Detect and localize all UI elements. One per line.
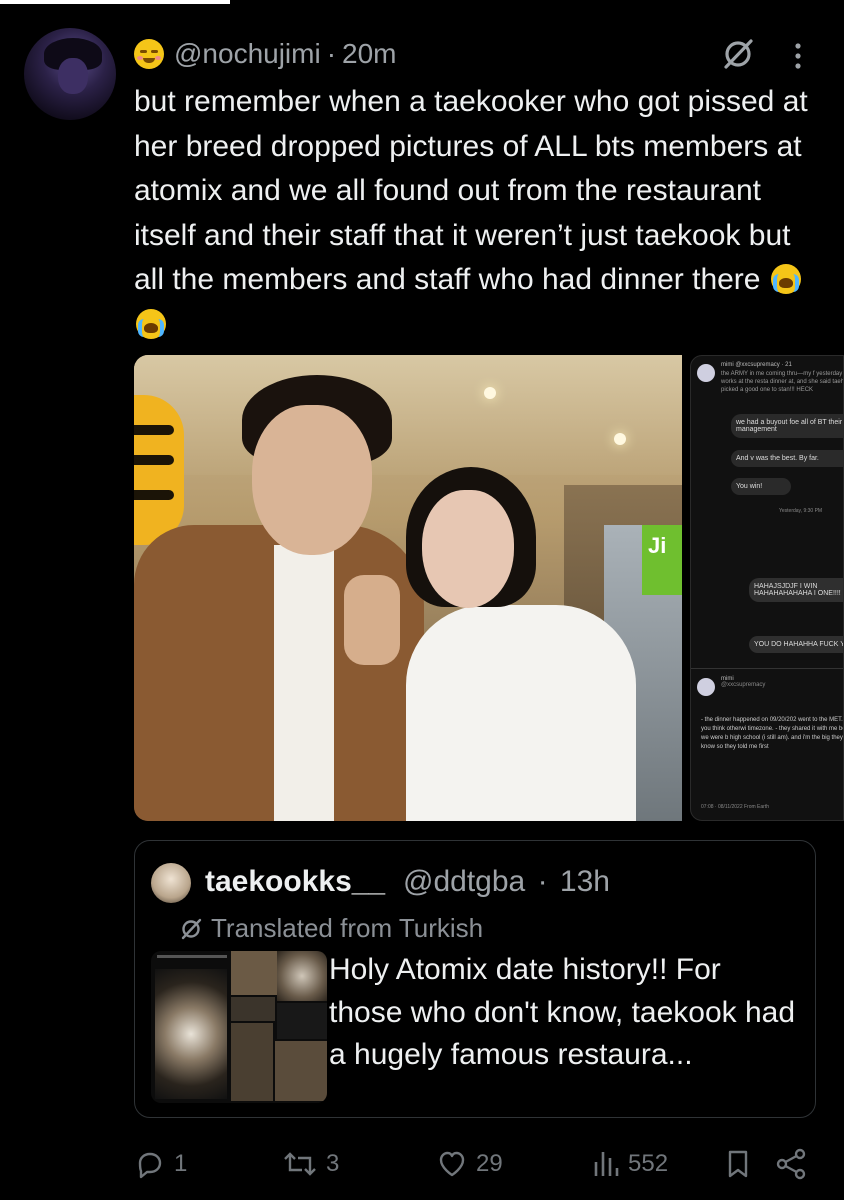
grok-icon (181, 918, 202, 939)
bookmark-button[interactable] (724, 1144, 760, 1184)
tiger-plush (134, 395, 184, 545)
views-count: 552 (628, 1150, 669, 1177)
like-count: 29 (476, 1150, 503, 1177)
chat-message-1: the ARMY in me coming thru—my f yesterda… (721, 371, 844, 393)
chat-header-name: mimi (721, 362, 734, 368)
quoted-handle-text: @ddtgba (403, 865, 526, 898)
quoted-author-name[interactable]: taekookks__ (205, 865, 385, 899)
repost-count: 3 (326, 1150, 340, 1177)
chat-bubble-1: we had a buyout foe all of BT their mana… (731, 414, 843, 438)
quoted-author-avatar[interactable] (151, 863, 191, 903)
share-icon (776, 1148, 806, 1180)
separator-dot: · (326, 38, 337, 69)
top-progress-bar (0, 0, 230, 4)
relieved-face-emoji-icon (134, 39, 164, 69)
more-options-icon[interactable] (790, 42, 806, 70)
chat-reply-handle: @xxcsupremacy (721, 682, 766, 688)
tweet-header: @nochujimi · 20m (134, 34, 397, 74)
views-button[interactable]: 552 (592, 1144, 668, 1184)
like-button[interactable]: 29 (436, 1144, 503, 1184)
quoted-tweet[interactable]: taekookks__ @ddtgba · 13h Translated fro… (134, 840, 816, 1118)
chat-reply-text: - the dinner happened on 09/20/202 went … (701, 717, 844, 750)
chat-bubble-2: And v was the best. By far. (731, 450, 843, 467)
translated-text: Translated from Turkish (211, 913, 484, 943)
chat-header-handle: @xxcsupremacy · 21 (735, 362, 792, 368)
author-handle[interactable]: @nochujimi (174, 38, 321, 70)
peace-sign-hand (344, 575, 400, 665)
translated-label[interactable]: Translated from Turkish (179, 913, 483, 944)
crying-face-emoji-icon (770, 264, 801, 294)
heart-icon (439, 1151, 465, 1177)
grok-icon[interactable] (720, 36, 756, 72)
chat-my-bubble-2: YOU DO HAHAHHA FUCK Y (749, 636, 843, 653)
repost-button[interactable]: 3 (282, 1144, 339, 1184)
views-icon (594, 1152, 619, 1176)
author-avatar[interactable] (24, 28, 116, 120)
reply-icon (138, 1152, 162, 1179)
chat-bubble-3: You win! (731, 478, 791, 495)
reply-button[interactable]: 1 (134, 1144, 187, 1184)
tweet-photo[interactable]: Ji (134, 355, 682, 821)
quoted-tweet-thumbnail[interactable] (151, 951, 327, 1103)
repost-icon (284, 1152, 316, 1176)
reply-count: 1 (174, 1150, 188, 1177)
chat-my-bubble-1: HAHAJSJDJF I WIN HAHAHAHAHAHA I ONE!!!! (749, 578, 843, 602)
green-sign: Ji (642, 525, 682, 595)
tweet-photo-chat-screenshot[interactable]: mimi @xxcsupremacy · 21 the ARMY in me c… (690, 355, 844, 821)
action-bar: 1 3 29 552 (134, 1144, 824, 1184)
bookmark-icon (728, 1150, 748, 1178)
tweet-text: but remember when a taekooker who got pi… (134, 80, 824, 347)
chat-reply-time: 07:08 · 08/11/2022 From Earth (701, 804, 770, 810)
share-button[interactable] (774, 1144, 816, 1184)
quoted-tweet-text: Holy Atomix date history!! For those who… (329, 953, 796, 1071)
tweet-body: but remember when a taekooker who got pi… (134, 85, 808, 296)
quoted-author-handle[interactable]: @ddtgba · 13h (403, 865, 610, 899)
tweet-time[interactable]: 20m (342, 38, 396, 70)
chat-timestamp: Yesterday, 9:30 PM (779, 508, 823, 514)
separator-dot: · (537, 865, 548, 898)
quoted-time: 13h (559, 865, 610, 898)
crying-face-emoji-icon (136, 308, 166, 339)
